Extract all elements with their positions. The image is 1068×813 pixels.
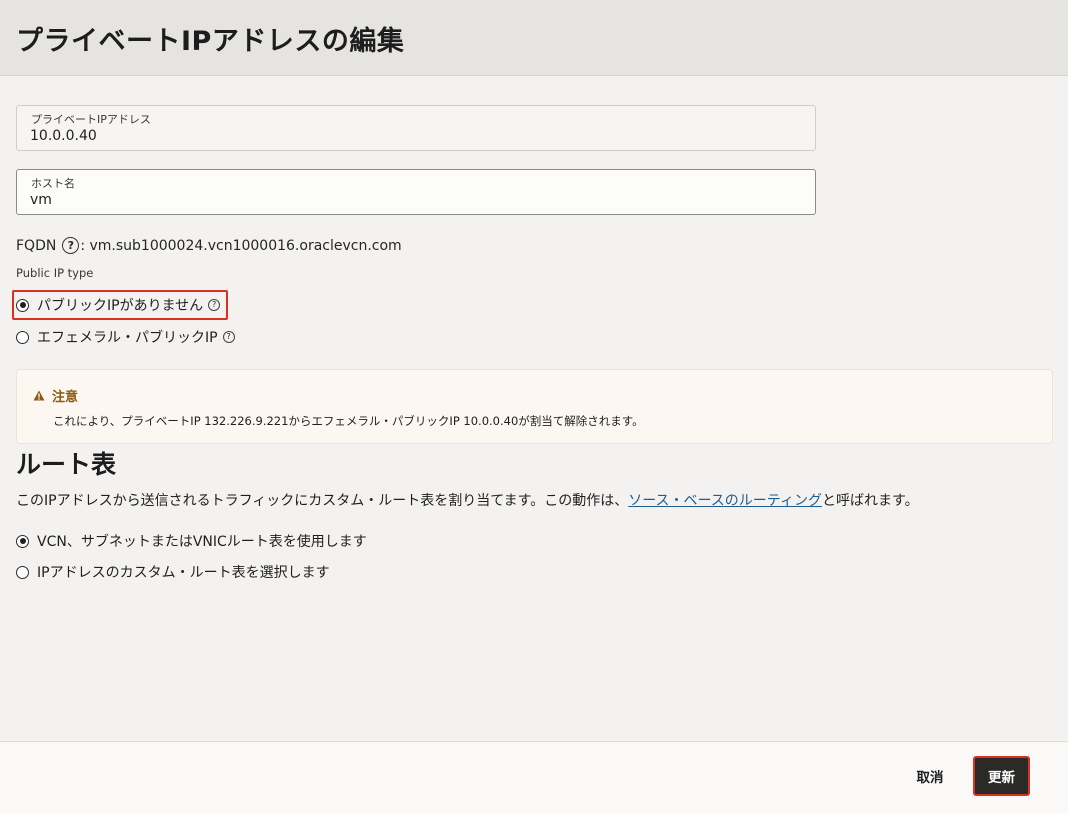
radio-ephemeral-public-ip[interactable]: エフェメラル・パブリックIP ? bbox=[16, 327, 235, 347]
fqdn-row: FQDN ? : vm.sub1000024.vcn1000016.oracle… bbox=[16, 237, 402, 254]
private-ip-label: プライベートIPアドレス bbox=[31, 113, 151, 126]
radio-label: エフェメラル・パブリックIP bbox=[37, 330, 218, 346]
notice-title: 注意 bbox=[52, 390, 79, 405]
radio-custom-route-table[interactable]: IPアドレスのカスタム・ルート表を選択します bbox=[16, 562, 330, 582]
radio-label: パブリックIPがありません bbox=[37, 298, 204, 314]
description-text-end: と呼ばれます。 bbox=[821, 493, 919, 509]
radio-button-selected[interactable] bbox=[16, 534, 29, 548]
radio-no-public-ip[interactable]: パブリックIPがありません ? bbox=[16, 295, 221, 315]
question-circle-icon[interactable]: ? bbox=[222, 331, 235, 343]
cancel-button[interactable]: 取消 bbox=[900, 759, 960, 793]
notice-text: これにより、プライベートIP 132.226.9.221からエフェメラル・パブリ… bbox=[53, 414, 644, 428]
question-circle-icon[interactable]: ? bbox=[208, 299, 221, 311]
hostname-label: ホスト名 bbox=[31, 177, 75, 190]
radio-label: VCN、サブネットまたはVNICルート表を使用します bbox=[37, 534, 367, 550]
notice-title-row: 注意 bbox=[33, 386, 78, 405]
description-text: このIPアドレスから送信されるトラフィックにカスタム・ルート表を割り当てます。こ… bbox=[16, 493, 629, 509]
private-ip-input bbox=[30, 126, 790, 146]
radio-button-selected[interactable] bbox=[16, 298, 29, 312]
page-header: プライベートIPアドレスの編集 bbox=[0, 0, 1068, 76]
source-based-routing-link[interactable]: ソース・ベースのルーティング bbox=[628, 493, 822, 509]
dialog-footer: 取消 更新 bbox=[0, 741, 1068, 813]
question-circle-icon[interactable]: ? bbox=[62, 237, 80, 254]
radio-use-vcn-route-table[interactable]: VCN、サブネットまたはVNICルート表を使用します bbox=[16, 531, 367, 551]
fqdn-label: FQDN bbox=[16, 237, 57, 254]
radio-button[interactable] bbox=[16, 565, 29, 579]
warning-notice: 注意 これにより、プライベートIP 132.226.9.221からエフェメラル・… bbox=[16, 369, 1053, 444]
update-button[interactable]: 更新 bbox=[973, 756, 1030, 796]
route-table-title: ルート表 bbox=[16, 450, 117, 479]
page-title: プライベートIPアドレスの編集 bbox=[16, 26, 405, 57]
public-ip-type-label: Public IP type bbox=[16, 266, 94, 280]
hostname-input[interactable] bbox=[30, 190, 790, 210]
radio-button[interactable] bbox=[16, 330, 29, 344]
fqdn-value: : vm.sub1000024.vcn1000016.oraclevcn.com bbox=[80, 237, 402, 254]
route-table-description: このIPアドレスから送信されるトラフィックにカスタム・ルート表を割り当てます。こ… bbox=[16, 490, 919, 510]
private-ip-field: プライベートIPアドレス bbox=[16, 105, 816, 151]
radio-label: IPアドレスのカスタム・ルート表を選択します bbox=[37, 565, 330, 581]
hostname-field[interactable]: ホスト名 bbox=[16, 169, 816, 215]
warning-triangle-icon bbox=[33, 390, 45, 401]
